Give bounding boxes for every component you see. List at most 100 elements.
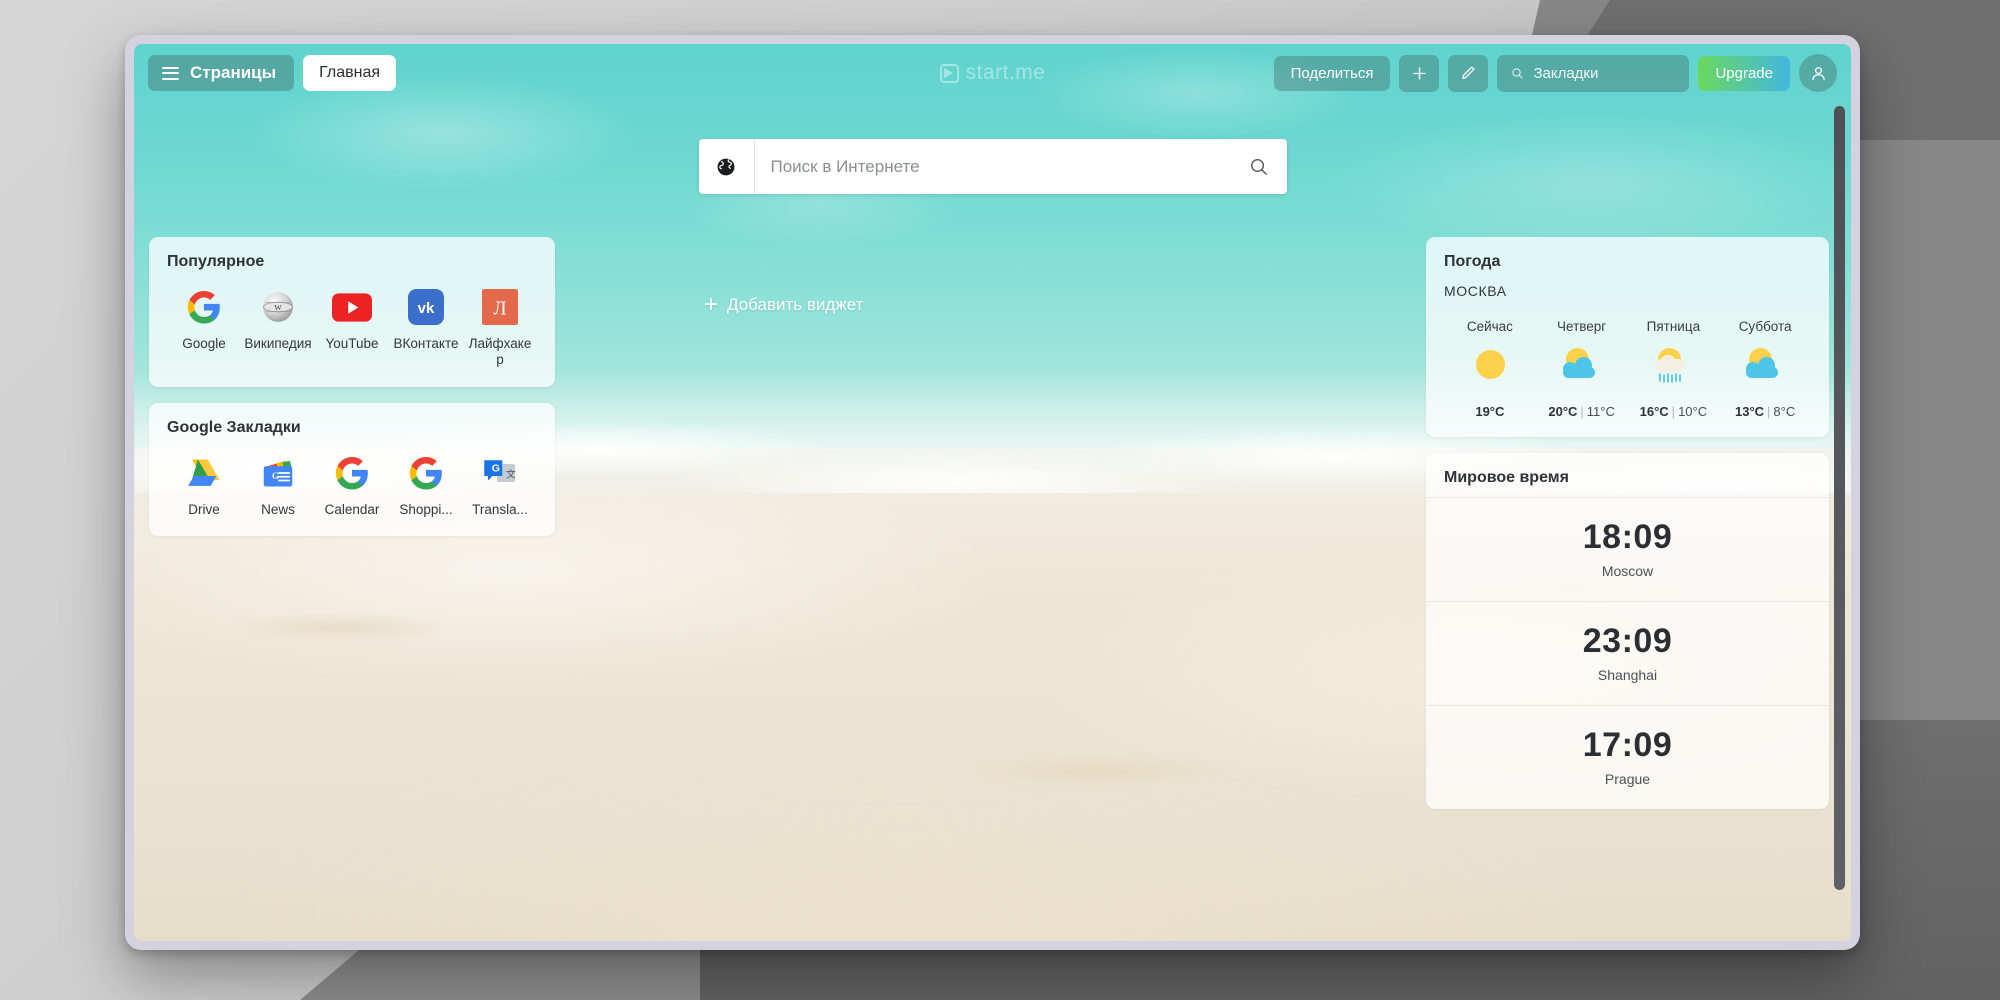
rain-showers-icon [1648, 348, 1698, 388]
clock-zone: Prague [1604, 771, 1651, 787]
weather-city-label: МОСКВА [1444, 283, 1507, 299]
header-left-group: Страницы Главная [148, 55, 397, 91]
google-drive-icon [184, 453, 224, 493]
weather-low: 11°C [1586, 404, 1615, 419]
link-google-news[interactable]: G News [241, 453, 315, 518]
edit-button[interactable] [1448, 54, 1489, 92]
svg-text:W: W [274, 303, 282, 312]
search-engine-selector[interactable] [699, 139, 755, 194]
user-account-button[interactable] [1799, 54, 1837, 92]
link-google-drive[interactable]: Drive [167, 453, 241, 518]
rain-drops-icon [1659, 373, 1682, 383]
internet-search-input[interactable]: Поиск в Интернете [755, 157, 1231, 177]
upgrade-button[interactable]: Upgrade [1698, 55, 1790, 91]
pencil-icon [1462, 66, 1476, 79]
world-clock-item: 23:09 Shanghai [1426, 601, 1829, 705]
clock-zone: Shanghai [1597, 667, 1658, 683]
svg-text:G: G [492, 462, 500, 474]
weather-day-temps: 20°C | 11°C [1548, 404, 1615, 419]
page-scrollbar[interactable] [1833, 106, 1846, 931]
clock-time: 23:09 [1582, 622, 1673, 660]
weather-day-name: Пятница [1646, 319, 1701, 334]
link-label: Calendar [324, 501, 380, 517]
google-icon [184, 287, 224, 327]
clock-time: 18:09 [1582, 518, 1673, 556]
svg-text:vk: vk [418, 300, 435, 317]
share-button[interactable]: Поделиться [1273, 55, 1391, 91]
link-label: Википедия [244, 336, 312, 351]
search-icon [1250, 158, 1267, 175]
link-google-calendar[interactable]: Calendar [315, 453, 389, 518]
tab-home[interactable]: Главная [303, 55, 397, 91]
search-submit-button[interactable] [1231, 157, 1287, 177]
widget-google-bookmarks: Google Закладки Drive G News Calendar Sh… [149, 402, 555, 537]
link-lifehacker[interactable]: Л Лайфхакер [463, 287, 537, 369]
svg-text:G: G [272, 471, 279, 481]
widget-title: Google Закладки [167, 418, 301, 436]
weather-sep: | [1671, 404, 1676, 419]
google-calendar-icon [332, 453, 372, 493]
weather-high: 19°C [1475, 404, 1505, 419]
weather-sep: | [1580, 404, 1584, 419]
partly-cloudy-icon [1557, 348, 1607, 388]
startme-mark-icon [939, 63, 959, 83]
bookmarks-search-input[interactable]: Закладки [1497, 54, 1690, 92]
search-icon [1512, 67, 1523, 79]
wikipedia-icon: W [258, 287, 298, 327]
add-widget-button[interactable]: + Добавить виджет [704, 293, 863, 317]
scrollbar-thumb[interactable] [1834, 106, 1845, 890]
link-label: Shoppi... [399, 501, 453, 517]
right-widget-column: Погода МОСКВА Сейчас 19°C Четверг 20°C |… [1426, 237, 1829, 825]
clock-zone: Moscow [1601, 563, 1654, 579]
google-news-icon: G [258, 453, 298, 493]
startme-wordmark: start.me [965, 61, 1046, 84]
weather-low: 8°C [1773, 404, 1796, 419]
link-vkontakte[interactable]: vk ВКонтакте [389, 287, 463, 369]
internet-search-bar[interactable]: Поиск в Интернете [698, 139, 1287, 194]
world-clock-item: 17:09 Prague [1426, 705, 1829, 809]
weather-day-temps: 13°C | 8°C [1735, 404, 1795, 419]
link-label: Transla... [472, 501, 528, 517]
vk-icon: vk [406, 287, 446, 327]
weather-day-temps: 16°C | 10°C [1640, 404, 1707, 419]
add-button[interactable] [1399, 54, 1440, 92]
link-label: News [261, 501, 295, 517]
google-shopping-icon [406, 453, 446, 493]
pages-button-label: Страницы [190, 63, 277, 82]
startme-logo: start.me [939, 61, 1046, 85]
svg-text:Л: Л [493, 299, 506, 320]
hamburger-menu-icon [162, 66, 179, 80]
link-google[interactable]: Google [167, 287, 241, 369]
weather-forecast-row: Сейчас 19°C Четверг 20°C | 11°C Пятница … [1444, 319, 1811, 419]
link-google-translate[interactable]: G 文 Transla... [463, 453, 537, 518]
lifehacker-icon: Л [480, 287, 520, 327]
youtube-icon [332, 287, 372, 327]
weather-high: 20°C [1548, 404, 1578, 419]
weather-day-name: Четверг [1557, 319, 1607, 334]
weather-high: 13°C [1734, 404, 1765, 419]
widget-popular: Популярное Google W Википедия YouTube vk… [149, 237, 555, 387]
widget-world-time: Мировое время 18:09 Moscow 23:09 Shangha… [1426, 453, 1829, 809]
bookmarks-search-placeholder: Закладки [1533, 64, 1599, 82]
weather-day: Четверг 20°C | 11°C [1536, 319, 1628, 419]
weather-day: Сейчас 19°C [1444, 319, 1536, 419]
link-label: Google [182, 336, 226, 351]
link-youtube[interactable]: YouTube [315, 287, 389, 369]
weather-day-name: Суббота [1738, 319, 1792, 334]
widget-title: Погода [1444, 253, 1501, 270]
plus-icon: + [704, 291, 719, 318]
left-widget-column: Популярное Google W Википедия YouTube vk… [149, 237, 555, 552]
header-right-group: Поделиться Закладки Upgrade [1273, 54, 1837, 92]
page-viewport: Страницы Главная start.me Поделиться Зак… [134, 44, 1851, 941]
weather-day: Пятница 16°C | 10°C [1628, 319, 1720, 419]
partly-cloudy-icon [1740, 348, 1790, 388]
pages-button[interactable]: Страницы [148, 55, 295, 91]
world-clock-item: 18:09 Moscow [1426, 497, 1829, 601]
popular-links-row: Google W Википедия YouTube vk ВКонтакте … [167, 287, 537, 369]
google-translate-icon: G 文 [480, 453, 520, 493]
link-wikipedia[interactable]: W Википедия [241, 287, 315, 369]
link-google-shopping[interactable]: Shoppi... [389, 453, 463, 518]
widget-title: Мировое время [1444, 469, 1569, 486]
plus-icon [1413, 66, 1426, 80]
browser-window: Страницы Главная start.me Поделиться Зак… [125, 35, 1860, 950]
